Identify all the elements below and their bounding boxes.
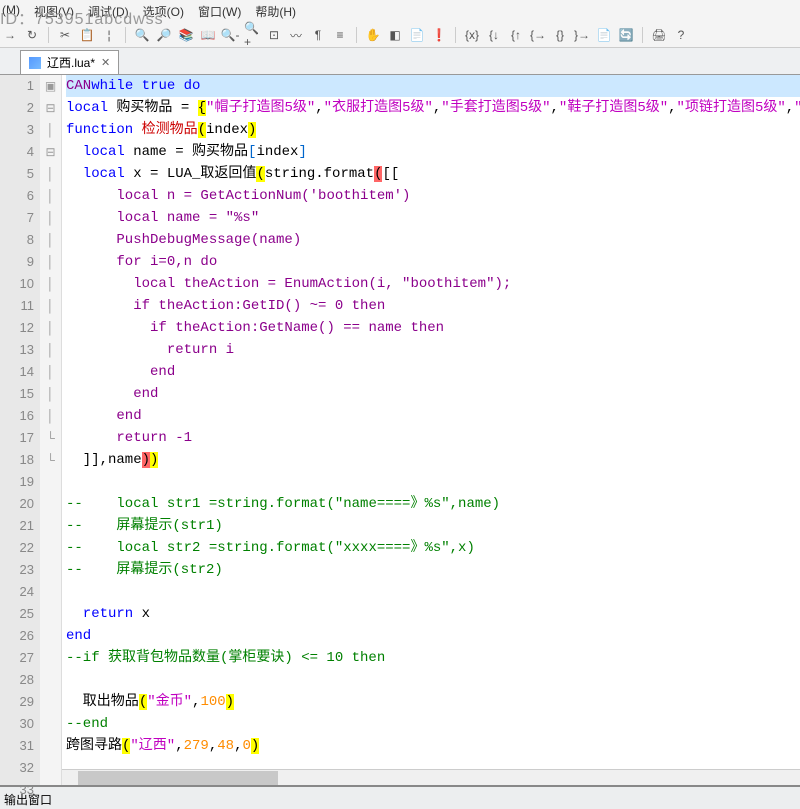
- output-panel[interactable]: 输出窗口: [0, 785, 800, 809]
- redo-icon[interactable]: ↻: [24, 27, 40, 43]
- code-line[interactable]: 跨图寻路("辽西",279,48,0): [66, 735, 800, 757]
- tabbar: 辽西.lua* ✕: [0, 48, 800, 75]
- tab-label: 辽西.lua*: [47, 54, 95, 71]
- code-line[interactable]: [66, 581, 800, 603]
- code-line[interactable]: for i=0,n do: [66, 251, 800, 273]
- code-line[interactable]: --end: [66, 713, 800, 735]
- bang-icon[interactable]: ❗: [431, 27, 447, 43]
- code-line[interactable]: return -1: [66, 427, 800, 449]
- watermark-text: ID：753951abcdwss: [0, 5, 164, 29]
- scrollbar-thumb[interactable]: [78, 771, 278, 785]
- fold-marker[interactable]: │: [40, 251, 61, 273]
- fold-marker[interactable]: │: [40, 405, 61, 427]
- code-line[interactable]: local name = "%s": [66, 207, 800, 229]
- print-icon[interactable]: 🖨: [651, 27, 667, 43]
- code-line[interactable]: local x = LUA_取返回值(string.format([[: [66, 163, 800, 185]
- hand-icon[interactable]: ✋: [365, 27, 381, 43]
- code-line[interactable]: CANwhile true do: [66, 75, 800, 97]
- fold-marker[interactable]: │: [40, 119, 61, 141]
- fold-marker[interactable]: ⊟: [40, 141, 61, 163]
- code-line[interactable]: end: [66, 625, 800, 647]
- clipboard2-icon[interactable]: 📄: [409, 27, 425, 43]
- zoom-in-icon[interactable]: 🔍+: [244, 27, 260, 43]
- code-line[interactable]: -- 屏幕提示(str2): [66, 559, 800, 581]
- code-line[interactable]: -- 屏幕提示(str1): [66, 515, 800, 537]
- fold-marker[interactable]: │: [40, 273, 61, 295]
- code-line[interactable]: local n = GetActionNum('boothitem'): [66, 185, 800, 207]
- fold-marker[interactable]: │: [40, 163, 61, 185]
- code-line[interactable]: ]],name)): [66, 449, 800, 471]
- code-line[interactable]: local 购买物品 = {"帽子打造图5级","衣服打造图5级","手套打造图…: [66, 97, 800, 119]
- book-icon[interactable]: 📖: [200, 27, 216, 43]
- pilcrow-icon[interactable]: ¶: [310, 27, 326, 43]
- code-line[interactable]: --if 获取背包物品数量(掌柜要诀) <= 10 then: [66, 647, 800, 669]
- indent-icon[interactable]: ≡: [332, 27, 348, 43]
- arrow-right-icon[interactable]: →: [2, 27, 18, 43]
- brace-up-icon[interactable]: {↑: [508, 27, 524, 43]
- brace-go-icon[interactable]: {→: [530, 27, 546, 43]
- fold-marker[interactable]: │: [40, 339, 61, 361]
- page-arrow-icon[interactable]: 📄: [596, 27, 612, 43]
- code-line[interactable]: [66, 471, 800, 493]
- binoc-icon[interactable]: 🔍: [134, 27, 150, 43]
- code-line[interactable]: end: [66, 361, 800, 383]
- pipe-icon[interactable]: ¦: [101, 27, 117, 43]
- code-editor[interactable]: 1234567891011121314151617181920212223242…: [0, 75, 800, 785]
- code-line[interactable]: -- local str1 =string.format("name====》%…: [66, 493, 800, 515]
- code-line[interactable]: if theAction:GetName() == name then: [66, 317, 800, 339]
- brace-step-icon[interactable]: {}: [552, 27, 568, 43]
- code-line[interactable]: end: [66, 405, 800, 427]
- refresh-icon[interactable]: 🔄: [618, 27, 634, 43]
- zoom-out-icon[interactable]: 🔍-: [222, 27, 238, 43]
- code-line[interactable]: -- local str2 =string.format("xxxx====》%…: [66, 537, 800, 559]
- close-icon[interactable]: ✕: [101, 56, 110, 69]
- fold-marker[interactable]: │: [40, 229, 61, 251]
- brace-x-icon[interactable]: {x}: [464, 27, 480, 43]
- code-line[interactable]: PushDebugMessage(name): [66, 229, 800, 251]
- code-line[interactable]: 取出物品("金币",100): [66, 691, 800, 713]
- fold-marker[interactable]: │: [40, 317, 61, 339]
- fold-marker[interactable]: │: [40, 185, 61, 207]
- horizontal-scrollbar[interactable]: [62, 769, 800, 785]
- eraser-icon[interactable]: ◧: [387, 27, 403, 43]
- line-gutter: 1234567891011121314151617181920212223242…: [0, 75, 40, 785]
- fold-marker[interactable]: │: [40, 383, 61, 405]
- zoom-fit-icon[interactable]: ⊡: [266, 27, 282, 43]
- code-line[interactable]: return i: [66, 339, 800, 361]
- fold-marker[interactable]: └: [40, 427, 61, 449]
- fold-marker[interactable]: ⊟: [40, 97, 61, 119]
- brace-arrow-icon[interactable]: {↓: [486, 27, 502, 43]
- document-icon: [29, 57, 41, 69]
- fold-marker[interactable]: │: [40, 207, 61, 229]
- code-line[interactable]: local theAction = EnumAction(i, "boothit…: [66, 273, 800, 295]
- book-replace-icon[interactable]: 📚: [178, 27, 194, 43]
- code-line[interactable]: [66, 669, 800, 691]
- code-line[interactable]: if theAction:GetID() ~= 0 then: [66, 295, 800, 317]
- menu-help[interactable]: 帮助(H): [255, 3, 296, 20]
- file-tab[interactable]: 辽西.lua* ✕: [20, 50, 119, 74]
- fold-marker[interactable]: │: [40, 361, 61, 383]
- help-icon[interactable]: ?: [673, 27, 689, 43]
- wavy-icon[interactable]: 〰: [288, 27, 304, 43]
- code-line[interactable]: function 检测物品(index): [66, 119, 800, 141]
- book-search-icon[interactable]: 🔎: [156, 27, 172, 43]
- code-line[interactable]: local name = 购买物品[index]: [66, 141, 800, 163]
- code-line[interactable]: return x: [66, 603, 800, 625]
- clipboard-icon[interactable]: 📋: [79, 27, 95, 43]
- brace-out-icon[interactable]: }→: [574, 27, 590, 43]
- fold-marker[interactable]: │: [40, 295, 61, 317]
- menu-window[interactable]: 窗口(W): [198, 3, 241, 20]
- fold-column[interactable]: ▣⊟│⊟││││││││││││└└: [40, 75, 62, 785]
- fold-marker[interactable]: ▣: [40, 75, 61, 97]
- code-line[interactable]: end: [66, 383, 800, 405]
- code-area[interactable]: CANwhile true dolocal 购买物品 = {"帽子打造图5级",…: [62, 75, 800, 785]
- scissors-icon[interactable]: ✂: [57, 27, 73, 43]
- fold-marker[interactable]: └: [40, 449, 61, 471]
